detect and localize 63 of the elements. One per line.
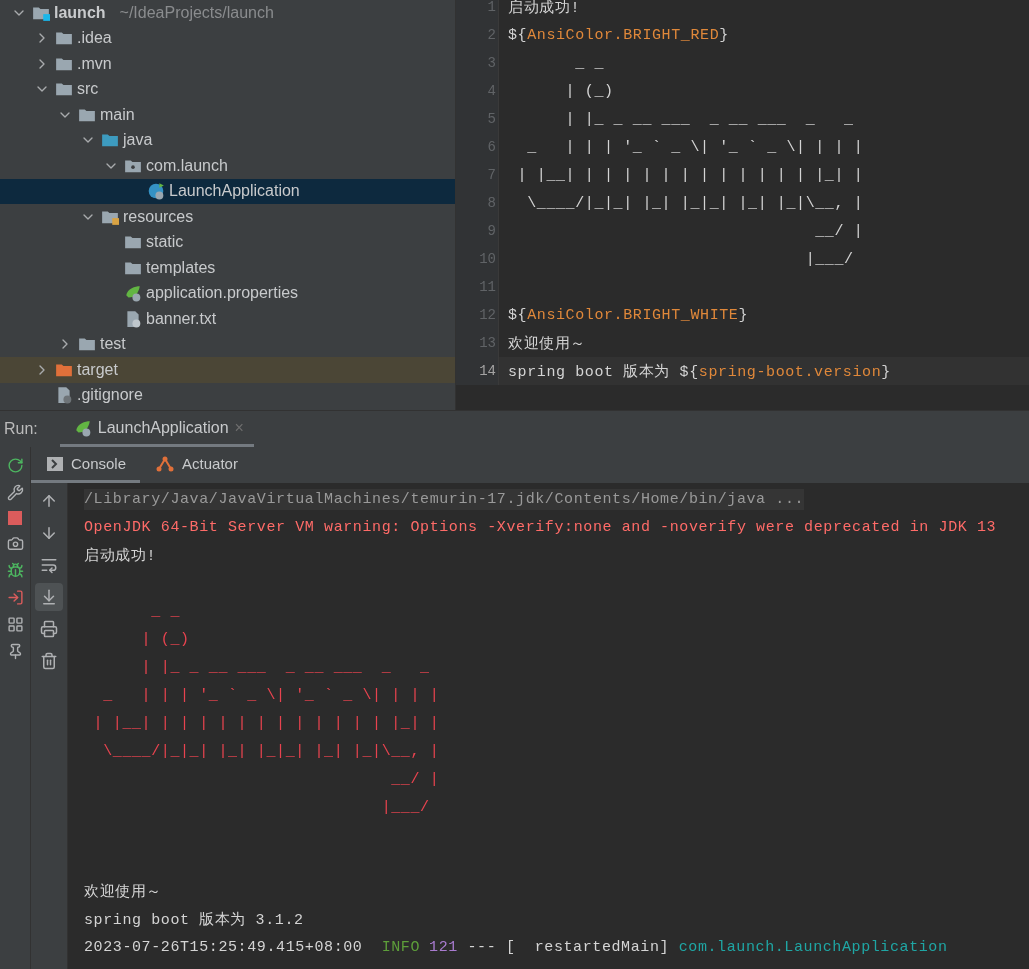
tree-item[interactable]: templates	[0, 255, 455, 281]
project-path: ~/IdeaProjects/launch	[119, 3, 274, 22]
tree-item[interactable]: com.launch	[0, 153, 455, 179]
scroll-to-end-button[interactable]	[35, 583, 63, 611]
tree-item[interactable]: launch ~/IdeaProjects/launch	[0, 0, 455, 26]
console-line: | (_)	[140, 630, 190, 648]
bug-icon[interactable]	[6, 562, 24, 579]
spring-class-icon	[147, 182, 165, 201]
line-number: 14	[478, 362, 496, 381]
exit-icon[interactable]	[6, 589, 24, 606]
file-icon	[55, 386, 73, 405]
tree-item[interactable]: .idea	[0, 25, 455, 51]
console-line: __/ |	[390, 770, 440, 788]
file-icon	[124, 309, 142, 328]
tree-item[interactable]: main	[0, 102, 455, 128]
tree-item[interactable]: application.properties	[0, 280, 455, 306]
console-line: _ | | | '_ ` _ \| '_ ` _ \| | | |	[102, 686, 440, 704]
code-line: ${AnsiColor.BRIGHT_RED}	[508, 26, 729, 44]
tree-item[interactable]: .mvn	[0, 51, 455, 77]
console-line: 2023-07-26T15:25:49.415+08:00 INFO 121 --- [ restartedMain] com.launch.LaunchApplication	[84, 938, 948, 956]
code-line: ${AnsiColor.BRIGHT_WHITE}	[508, 306, 749, 324]
console-line: 欢迎使用～	[84, 882, 162, 901]
tree-item[interactable]: static	[0, 229, 455, 255]
console-tab[interactable]: Actuator	[140, 447, 252, 483]
console-line: | |_ _ __ ___ _ __ ___ _ _	[140, 658, 430, 676]
code-line: _ | | | '_ ` _ \| '_ ` _ \| | | |	[526, 138, 864, 156]
code-line: __/ |	[814, 222, 864, 240]
wrap-icon	[40, 556, 58, 574]
nodes-icon	[156, 455, 175, 472]
console-line: 启动成功!	[84, 546, 156, 565]
code-line: | |_ _ __ ___ _ __ ___ _ _	[564, 110, 854, 128]
tree-item[interactable]: .gitignore	[0, 382, 455, 408]
terminal-icon	[47, 456, 63, 471]
run-label: Run:	[4, 420, 38, 438]
console-line: | |__| | | | | | | | | | | | | |_| |	[92, 714, 440, 732]
scroll-to-end-icon	[40, 588, 58, 606]
code-line: spring boot 版本为 ${spring-boot.version}	[508, 362, 891, 381]
code-line: | (_)	[564, 82, 614, 100]
console-line: _ _	[150, 602, 180, 620]
console-line: OpenJDK 64-Bit Server VM warning: Options -Xverify:none and -noverify were deprecated in JDK 13	[84, 518, 997, 536]
tree-item[interactable]: java	[0, 127, 455, 153]
tree-item[interactable]: test	[0, 331, 455, 357]
camera-icon[interactable]	[6, 535, 24, 552]
code-line: | |__| | | | | | | | | | | | | |_| |	[516, 166, 864, 184]
tree-item[interactable]: LaunchApplication	[0, 178, 455, 204]
tree-item[interactable]: resources	[0, 204, 455, 230]
tree-item[interactable]: src	[0, 76, 455, 102]
console-line: \____/|_|_| |_| |_|_| |_| |_|\__, |	[102, 742, 440, 760]
layout-icon[interactable]	[6, 616, 24, 633]
code-line: |___/	[804, 250, 854, 268]
trash-icon	[40, 652, 58, 670]
rerun-icon[interactable]	[6, 457, 24, 474]
code-line: 欢迎使用～	[508, 334, 586, 353]
console-line: |___/	[380, 798, 430, 816]
code-line: _ _	[574, 54, 604, 72]
printer-icon	[40, 620, 58, 638]
console-line: spring boot 版本为 3.1.2	[84, 910, 304, 929]
leaf-icon	[124, 284, 142, 303]
settings-icon[interactable]	[6, 484, 24, 501]
code-line: \____/|_|_| |_| |_|_| |_| |_|\__, |	[526, 194, 864, 212]
tree-item[interactable]: banner.txt	[0, 306, 455, 332]
tree-item[interactable]: target	[0, 357, 455, 383]
arrow-down-icon	[40, 524, 58, 542]
